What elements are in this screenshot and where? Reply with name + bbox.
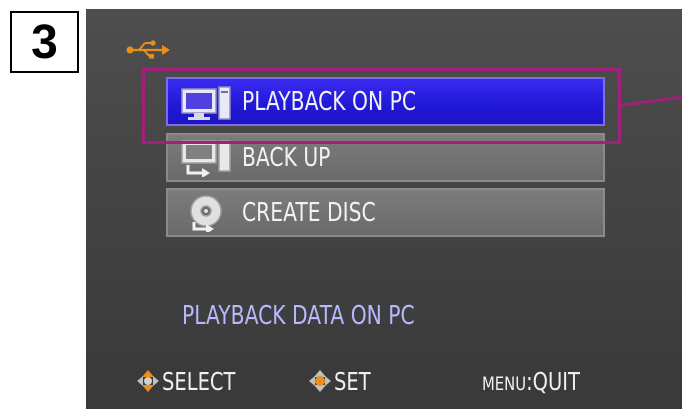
set-hint: SET [308, 364, 381, 398]
pc-backup-icon [181, 139, 231, 177]
menu-item-playback-on-pc[interactable]: PLAYBACK ON PC [166, 77, 605, 126]
quit-hint: MENU:QUIT [482, 364, 608, 398]
select-hint: SELECT [136, 364, 256, 398]
menu-item-back-up[interactable]: BACK UP [166, 133, 605, 182]
dpad-updown-icon [137, 370, 159, 392]
callout-line [620, 95, 682, 107]
step-number-badge: 3 [10, 11, 79, 73]
set-label: SET [334, 366, 371, 396]
quit-text: MENU:QUIT [482, 367, 580, 396]
camera-screen: PLAYBACK ON PC BACK UP CREATE DISC PLAYB… [86, 9, 682, 409]
usb-icon [126, 40, 170, 59]
dpad-center-icon [309, 370, 331, 392]
disc-icon [190, 194, 222, 232]
step-number: 3 [31, 15, 58, 69]
item-description: PLAYBACK DATA ON PC [182, 301, 415, 331]
menu-item-label: BACK UP [242, 142, 331, 173]
menu-key-label: MENU [482, 372, 527, 395]
menu-item-label: CREATE DISC [242, 197, 376, 228]
quit-label: :QUIT [526, 366, 580, 396]
pc-monitor-icon [181, 85, 231, 120]
select-label: SELECT [162, 366, 236, 396]
menu-item-label: PLAYBACK ON PC [242, 86, 416, 117]
menu-item-create-disc[interactable]: CREATE DISC [166, 188, 605, 237]
